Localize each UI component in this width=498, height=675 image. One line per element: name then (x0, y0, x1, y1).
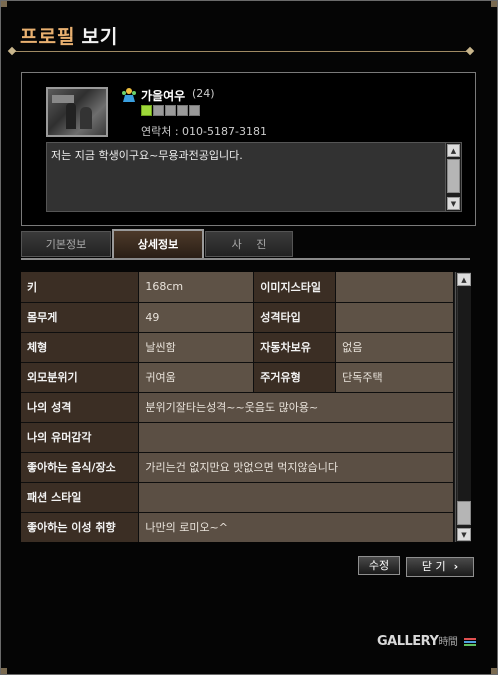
contact-info: 연락처 : 010-5187-3181 (141, 125, 267, 138)
tab-photos[interactable]: 사 진 (205, 231, 293, 257)
page-title-accent: 프로필 (20, 26, 76, 48)
detail-value: 날씬함 (138, 332, 255, 363)
detail-label: 자동차보유 (253, 332, 337, 363)
intro-scrollbar[interactable]: ▲ ▼ (445, 143, 461, 211)
detail-label: 이미지스타일 (253, 272, 337, 303)
detail-value: 분위기잘타는성격~~웃음도 많아용~ (138, 392, 454, 423)
detail-label: 주거유형 (253, 362, 337, 393)
scroll-down-arrow-icon[interactable]: ▼ (447, 197, 460, 210)
detail-value: 귀여움 (138, 362, 255, 393)
detail-value: 단독주택 (335, 362, 454, 393)
detail-value: 168cm (138, 272, 255, 303)
detail-label: 패션 스타일 (21, 482, 140, 513)
detail-value (138, 422, 454, 453)
detail-label: 몸무게 (21, 302, 140, 333)
detail-label: 나의 성격 (21, 392, 140, 423)
scroll-up-arrow-icon[interactable]: ▲ (457, 273, 471, 286)
intro-textbox[interactable]: 저는 지금 학생이구요~무용과전공입니다. ▲ ▼ (46, 142, 462, 212)
avatar-photo-detail (80, 107, 92, 129)
level-block-empty (165, 105, 176, 116)
scroll-thumb[interactable] (457, 501, 471, 525)
detail-value: 나만의 로미오~^ (138, 512, 454, 542)
detail-label: 외모분위기 (21, 362, 140, 393)
detail-value: 49 (138, 302, 255, 333)
close-button-label: 닫 기 (421, 560, 446, 573)
detail-label: 좋아하는 음식/장소 (21, 452, 140, 483)
profile-summary: 가을여우 (24) 연락처 : 010-5187-3181 저는 지금 학생이구… (21, 72, 476, 226)
table-row: 좋아하는 음식/장소 가리는건 없지만요 맛없으면 먹지않습니다 (21, 452, 454, 483)
detail-label: 체형 (21, 332, 140, 363)
level-block-filled (141, 105, 152, 116)
detail-value: 없음 (335, 332, 454, 363)
table-row: 체형 날씬함 자동차보유 없음 (21, 332, 454, 363)
scroll-thumb[interactable] (447, 159, 460, 193)
edit-button[interactable]: 수정 (358, 556, 400, 575)
scroll-up-arrow-icon[interactable]: ▲ (447, 144, 460, 157)
table-row: 외모분위기 귀여움 주거유형 단독주택 (21, 362, 454, 393)
table-row: 나의 성격 분위기잘타는성격~~웃음도 많아용~ (21, 392, 454, 423)
level-block-empty (153, 105, 164, 116)
brand-sub: 時間 (438, 637, 458, 648)
brand-name: GALLERY (377, 634, 439, 649)
user-icon (122, 88, 136, 102)
detail-scrollbar[interactable]: ▲ ▼ (455, 272, 471, 542)
avatar-photo-detail (66, 103, 76, 129)
table-row: 키 168cm 이미지스타일 (21, 272, 454, 303)
page-title: 프로필 보기 (20, 22, 118, 50)
page-title-main: 보기 (81, 26, 119, 48)
chevron-right-icon: › (453, 560, 459, 573)
detail-value (138, 482, 454, 513)
level-indicator (141, 105, 200, 116)
frame-corner (491, 668, 497, 674)
close-button[interactable]: 닫 기 › (406, 557, 474, 577)
tab-detail-info[interactable]: 상세정보 (112, 229, 204, 258)
frame-corner (1, 668, 7, 674)
nickname: 가을여우 (141, 89, 186, 103)
detail-label: 좋아하는 이성 취향 (21, 512, 140, 542)
tab-basic-info[interactable]: 기본정보 (21, 231, 111, 257)
level-block-empty (177, 105, 188, 116)
detail-table: 키 168cm 이미지스타일 몸무게 49 성격타입 체형 날씬함 자동차보유 … (21, 272, 454, 542)
profile-tabs: 기본정보 상세정보 사 진 (21, 229, 471, 258)
scroll-track[interactable] (457, 287, 471, 501)
title-divider (12, 51, 470, 52)
table-row: 좋아하는 이성 취향 나만의 로미오~^ (21, 512, 454, 542)
table-row: 몸무게 49 성격타입 (21, 302, 454, 333)
detail-label: 나의 유머감각 (21, 422, 140, 453)
detail-value (335, 302, 454, 333)
table-row: 패션 스타일 (21, 482, 454, 513)
scroll-down-arrow-icon[interactable]: ▼ (457, 528, 471, 541)
detail-value (335, 272, 454, 303)
detail-panel: 키 168cm 이미지스타일 몸무게 49 성격타입 체형 날씬함 자동차보유 … (21, 272, 471, 542)
intro-text: 저는 지금 학생이구요~무용과전공입니다. (51, 149, 243, 162)
table-row: 나의 유머감각 (21, 422, 454, 453)
frame-corner (1, 1, 7, 7)
age: (24) (192, 87, 215, 100)
brand-stripes-icon (464, 637, 477, 647)
detail-label: 키 (21, 272, 140, 303)
level-block-empty (189, 105, 200, 116)
avatar-photo-detail (52, 95, 74, 103)
detail-value: 가리는건 없지만요 맛없으면 먹지않습니다 (138, 452, 454, 483)
avatar[interactable] (46, 87, 108, 137)
tab-divider (21, 258, 470, 260)
detail-label: 성격타입 (253, 302, 337, 333)
frame-corner (491, 1, 497, 7)
gallery-logo: GALLERY時間 (377, 633, 477, 649)
